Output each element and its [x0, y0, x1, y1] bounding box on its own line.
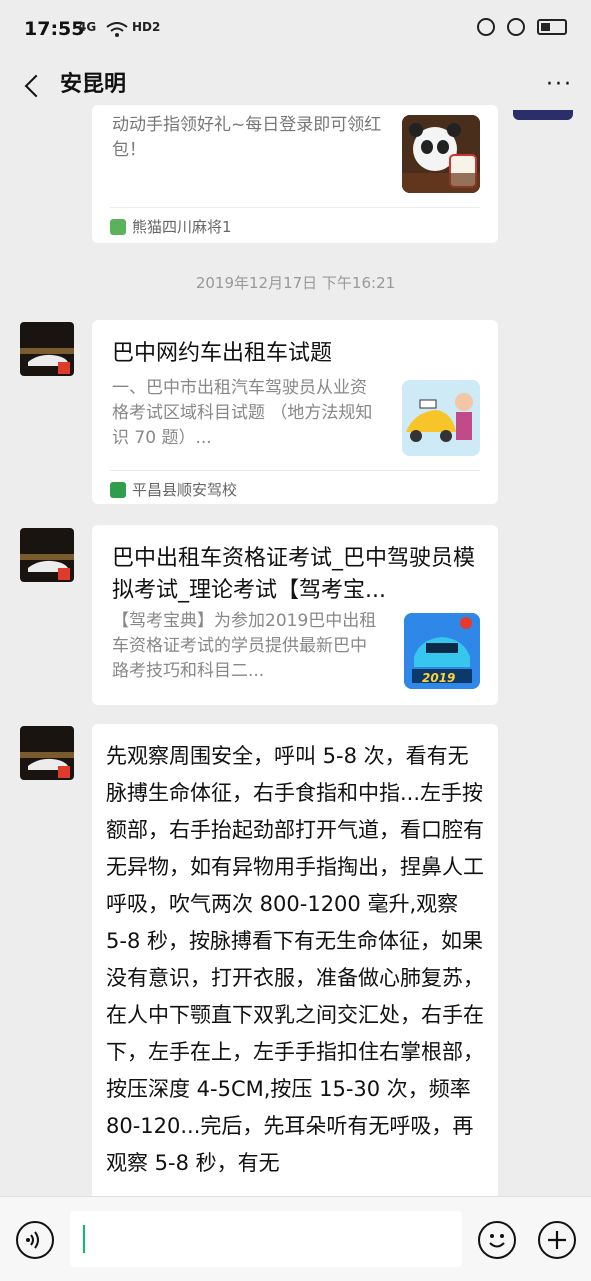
input-bar [0, 1196, 591, 1281]
emoji-button[interactable] [478, 1221, 516, 1259]
card-divider [110, 470, 480, 471]
status-right-icons [477, 18, 567, 36]
network-icon: HD2 [132, 20, 161, 34]
taxi-icon [402, 380, 480, 456]
message-timestamp: 2019年12月17日 下午16:21 [195, 274, 396, 292]
signal-icon: 4G [78, 20, 97, 34]
card-title: 巴中网约车出租车试题 [112, 341, 333, 366]
card-source: 熊猫四川麻将1 [110, 216, 232, 237]
panda-source-icon [110, 218, 126, 235]
eye-comfort-icon [477, 18, 495, 36]
message-input[interactable] [70, 1211, 462, 1267]
jiakao-thumbnail: 2019 [404, 613, 480, 689]
voice-button[interactable] [16, 1221, 54, 1259]
lock-rotation-icon [507, 18, 525, 36]
wifi-icon [106, 22, 128, 37]
status-bar: 17:55 4G HD2 [0, 0, 591, 60]
card-description: 一、巴中市出租汽车驾驶员从业资格考试区域科目试题 （地方法规知识 70 题）..… [112, 378, 373, 448]
source-label: 平昌县顺安驾校 [132, 481, 238, 499]
thumb-year-label: 2019 [422, 671, 456, 685]
car-avatar-icon [20, 726, 74, 780]
avatar[interactable] [20, 726, 74, 780]
text-message-bubble[interactable]: 先观察周围安全，呼叫 5-8 次，看有无脉搏生命体征，右手食指和中指...左手按… [92, 724, 498, 1196]
driving-school-icon [110, 481, 126, 498]
card-source: 平昌县顺安驾校 [110, 479, 237, 500]
message-text: 先观察周围安全，呼叫 5-8 次，看有无脉搏生命体征，右手食指和中指...左手按… [106, 744, 484, 1175]
taxi-thumbnail [402, 380, 480, 456]
link-card-driving-test[interactable]: 巴中出租车资格证考试_巴中驾驶员模拟考试_理论考试【驾考宝... 【驾考宝典】为… [92, 525, 498, 705]
link-card-taxi-exam[interactable]: 巴中网约车出租车试题 一、巴中市出租汽车驾驶员从业资格考试区域科目试题 （地方法… [92, 320, 498, 504]
avatar[interactable] [20, 528, 74, 582]
emoji-icon [489, 1234, 505, 1248]
plus-button[interactable] [538, 1221, 576, 1259]
voice-icon [26, 1231, 39, 1249]
card-divider [110, 207, 480, 208]
car-avatar-icon [20, 528, 74, 582]
mahjong-thumbnail [402, 115, 480, 193]
card-description: 【驾考宝典】为参加2019巴中出租车资格证考试的学员提供最新巴中路考技巧和科目二… [112, 611, 377, 681]
plus-icon [548, 1231, 566, 1249]
link-card-mahjong[interactable]: 动动手指领好礼~每日登录即可领红包！ 熊猫四川麻将1 [92, 105, 498, 243]
card-title: 巴中出租车资格证考试_巴中驾驶员模拟考试_理论考试【驾考宝... [112, 546, 476, 603]
text-caret [83, 1225, 85, 1253]
status-time: 17:55 [24, 18, 85, 40]
source-label: 熊猫四川麻将1 [132, 218, 232, 236]
partial-image[interactable] [513, 110, 573, 120]
panda-icon [402, 115, 480, 193]
more-button[interactable]: ··· [546, 72, 573, 97]
battery-icon [537, 19, 567, 35]
avatar[interactable] [20, 322, 74, 376]
back-button[interactable] [16, 66, 50, 106]
back-chevron-icon [24, 74, 48, 98]
card-description: 动动手指领好礼~每日登录即可领红包！ [112, 115, 382, 160]
car-avatar-icon [20, 322, 74, 376]
chat-title: 安昆明 [60, 72, 127, 97]
